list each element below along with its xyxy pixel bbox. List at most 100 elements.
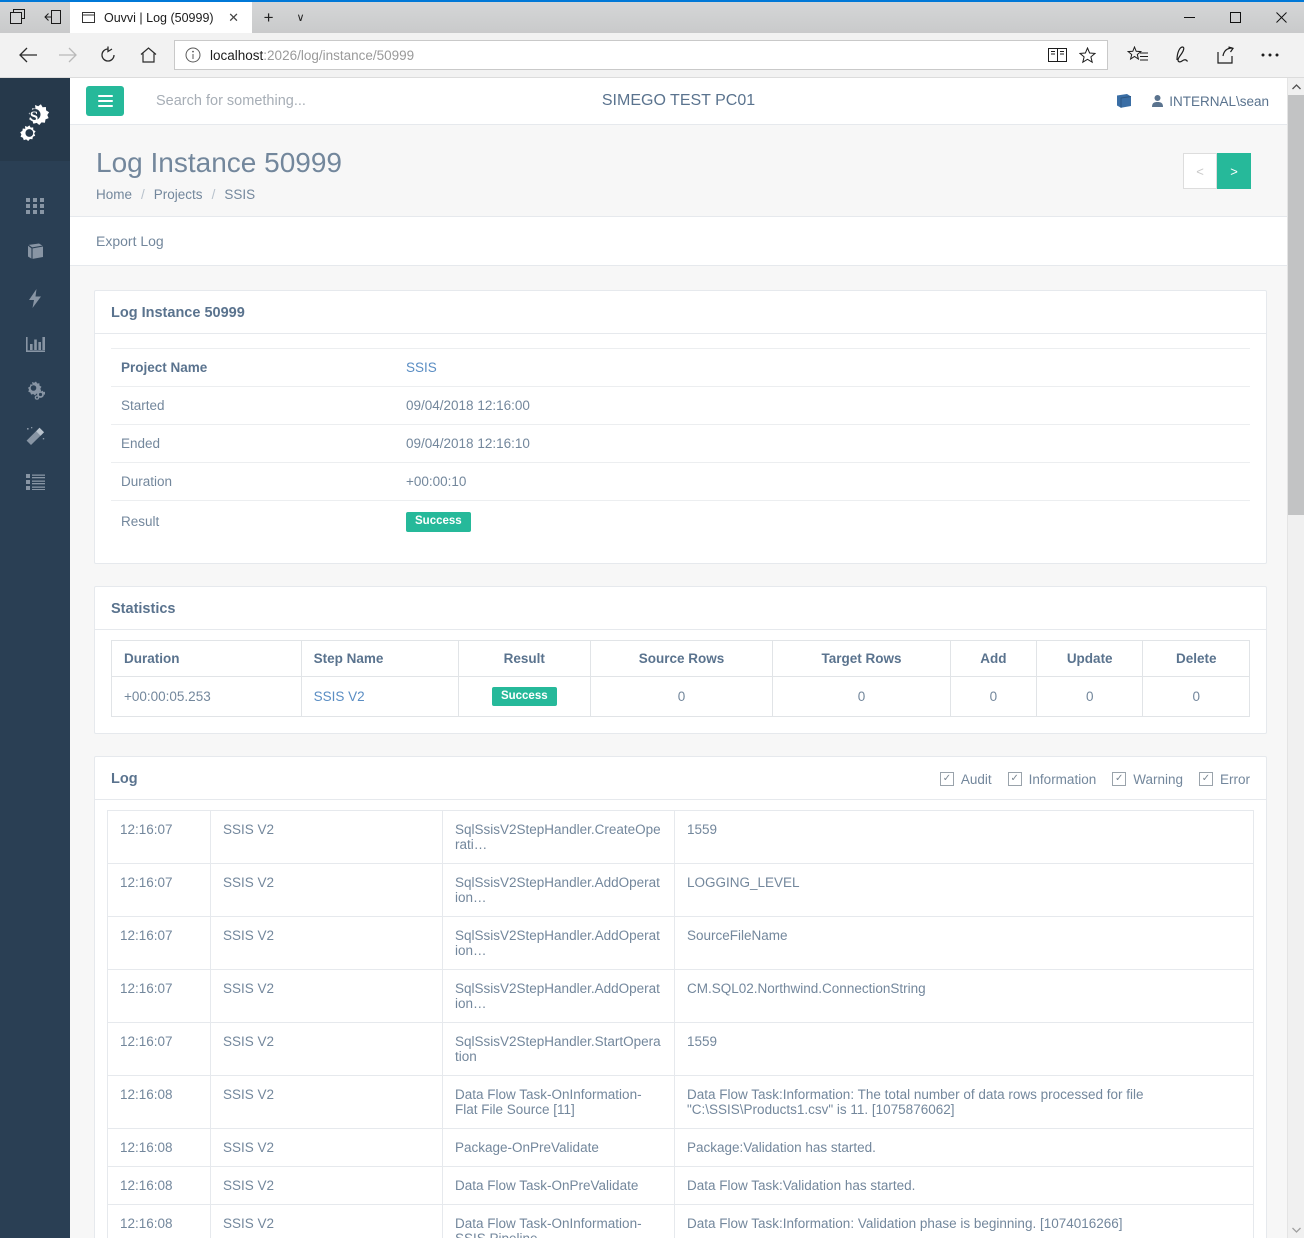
log-card-header: Log ✓ Audit ✓ Information ✓ Warning ✓ Er… [95,757,1266,801]
reading-view-book-icon[interactable] [1043,42,1071,68]
detail-value-result: Success [396,500,1250,543]
home-button[interactable] [128,36,168,74]
checkbox-warning[interactable]: ✓ [1112,772,1127,787]
app-logo[interactable]: S [0,78,70,161]
minimize-button[interactable] [1166,2,1212,33]
address-bar[interactable]: localhost:2026/log/instance/50999 [174,40,1108,70]
user-menu[interactable]: INTERNAL\sean [1152,94,1269,109]
breadcrumb-item-ssis[interactable]: SSIS [224,187,255,202]
page-title: Log Instance 50999 [96,147,342,178]
log-step: SSIS V2 [210,916,443,971]
sidebar-items [0,161,70,505]
next-log-button[interactable]: > [1217,153,1251,189]
log-message: Data Flow Task:Validation has started. [674,1166,1254,1206]
col-duration[interactable]: Duration [111,639,302,677]
col-step-name[interactable]: Step Name [300,639,459,677]
tab-preview-icon[interactable] [6,6,28,28]
sidebar-item-dashboard[interactable] [0,183,70,229]
scrollbar-track[interactable] [1287,95,1304,1221]
status-badge: Success [406,512,471,532]
log-message: 1559 [674,810,1254,865]
detail-value-duration: +00:00:10 [396,462,1250,501]
filter-error[interactable]: ✓ Error [1199,772,1250,787]
sidebar-item-triggers[interactable] [0,275,70,321]
tab-close-icon[interactable]: ✕ [222,6,246,30]
menu-toggle-button[interactable] [86,86,124,116]
col-delete[interactable]: Delete [1142,639,1250,677]
export-log-button[interactable]: Export Log [96,233,164,249]
favorites-hub-icon[interactable] [1116,36,1160,74]
filter-audit[interactable]: ✓ Audit [939,772,992,787]
web-notes-pen-icon[interactable] [1160,36,1204,74]
checkbox-error[interactable]: ✓ [1199,772,1213,787]
url-path: :2026/log/instance/50999 [263,47,415,63]
checkbox-audit[interactable]: ✓ [939,772,954,787]
breadcrumb-item-home[interactable]: Home [96,187,132,202]
log-step: SSIS V2 [210,1166,443,1206]
table-row: 12:16:07 SSIS V2 SqlSsisV2StepHandler.Cr… [107,810,1254,865]
col-result[interactable]: Result [457,639,591,677]
browser-window: Ouvvi | Log (50999) ✕ + ∨ localhost:2026… [0,0,1304,1238]
col-source-rows[interactable]: Source Rows [589,639,774,677]
previous-log-button[interactable]: < [1183,153,1217,189]
log-time: 12:16:07 [107,863,211,918]
sidebar-item-reports[interactable] [0,321,70,367]
sidebar-item-logs[interactable] [0,459,70,505]
statistics-card-body: Duration Step Name Result Source Rows Ta… [95,630,1266,734]
cell-target-rows: 0 [772,675,951,718]
log-event: SqlSsisV2StepHandler.AddOperation… [442,916,675,971]
cell-update: 0 [1035,675,1144,718]
favorite-star-icon[interactable] [1073,42,1101,68]
close-window-button[interactable] [1258,2,1304,33]
table-row: 12:16:07 SSIS V2 SqlSsisV2StepHandler.Ad… [107,969,1254,1024]
tab-list-chevron-down-icon[interactable]: ∨ [286,2,316,33]
log-time: 12:16:07 [107,969,211,1024]
browser-tab[interactable]: Ouvvi | Log (50999) ✕ [70,2,252,33]
col-target-rows[interactable]: Target Rows [772,639,951,677]
documentation-book-icon[interactable] [1116,93,1132,109]
log-message: SourceFileName [674,916,1254,971]
breadcrumb-item-projects[interactable]: Projects [154,187,203,202]
col-add[interactable]: Add [949,639,1037,677]
cell-step-name: SSIS V2 [300,675,459,718]
filter-warning[interactable]: ✓ Warning [1112,772,1183,787]
col-update[interactable]: Update [1035,639,1144,677]
detail-value-ended: 09/04/2018 12:16:10 [396,424,1250,463]
log-event: SqlSsisV2StepHandler.AddOperation… [442,969,675,1024]
set-aside-tabs-icon[interactable] [42,6,64,28]
search-input[interactable] [154,92,484,110]
page-toolbar: Export Log [70,216,1287,267]
scroll-up-arrow-icon[interactable] [1287,78,1304,95]
page-scrollbar[interactable] [1287,78,1304,1238]
detail-key-started: Started [111,386,396,425]
filter-information[interactable]: ✓ Information [1007,772,1096,787]
forward-button[interactable] [48,36,88,74]
scrollbar-thumb[interactable] [1287,95,1304,515]
more-options-icon[interactable] [1248,36,1292,74]
log-time: 12:16:08 [107,1166,211,1206]
table-row: 12:16:07 SSIS V2 SqlSsisV2StepHandler.St… [107,1022,1254,1077]
magic-wand-icon [26,426,45,446]
step-link[interactable]: SSIS V2 [314,689,365,704]
sidebar-item-settings[interactable] [0,367,70,413]
card-title: Statistics [111,600,176,617]
browser-action-icons [1116,36,1296,74]
log-event: Data Flow Task-OnInformation-SSIS.Pipeli… [442,1204,675,1238]
project-link[interactable]: SSIS [406,360,437,375]
app-content: SIMEGO TEST PC01 INTERNAL\sean Log Insta… [70,78,1287,1238]
cell-result: Success [457,675,591,718]
back-button[interactable] [8,36,48,74]
site-info-icon[interactable] [185,47,202,64]
sidebar-item-projects[interactable] [0,229,70,275]
log-event: SqlSsisV2StepHandler.CreateOperati… [442,810,675,865]
statistics-card: Statistics Duration Step Name Result Sou… [94,585,1267,735]
new-tab-button[interactable]: + [252,2,286,33]
scroll-down-arrow-icon[interactable] [1287,1221,1304,1238]
sidebar-item-tools[interactable] [0,413,70,459]
log-event: SqlSsisV2StepHandler.AddOperation… [442,863,675,918]
main-region: Log Instance 50999 Project Name SSIS Sta… [70,266,1287,1238]
checkbox-information[interactable]: ✓ [1007,772,1022,787]
refresh-button[interactable] [88,36,128,74]
maximize-button[interactable] [1212,2,1258,33]
share-icon[interactable] [1204,36,1248,74]
